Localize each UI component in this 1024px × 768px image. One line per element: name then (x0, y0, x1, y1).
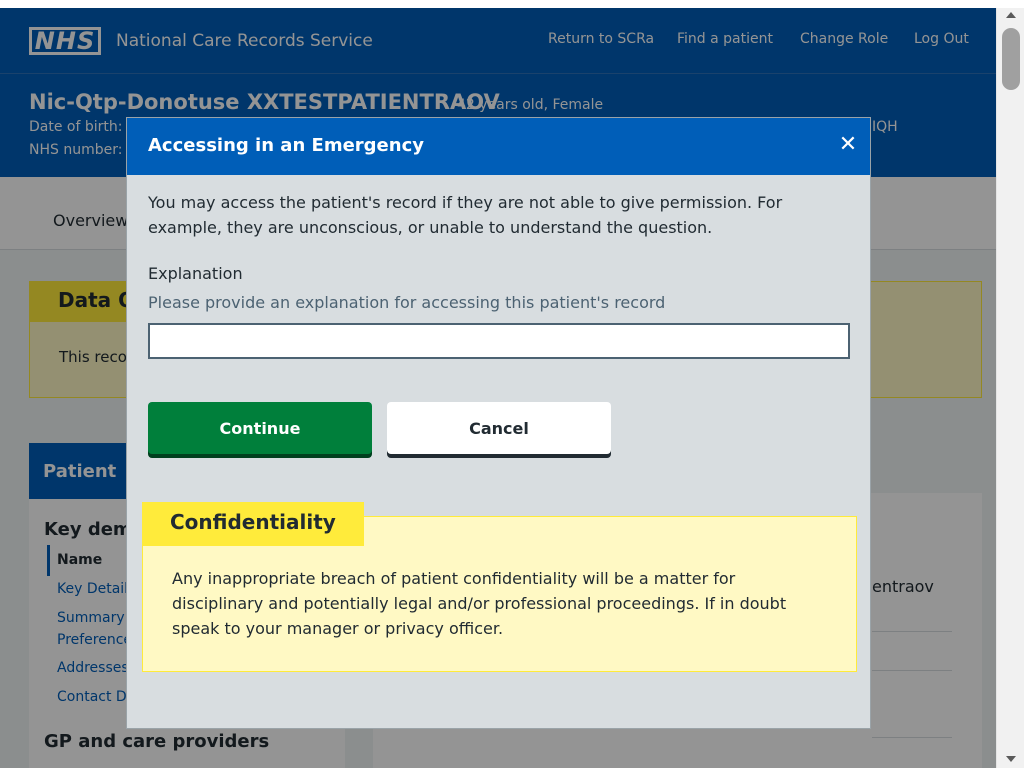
dialog-intro-text: You may access the patient's record if t… (148, 193, 783, 237)
close-icon[interactable]: ✕ (833, 130, 863, 160)
scroll-down-arrow-icon[interactable] (1006, 756, 1016, 762)
continue-button[interactable]: Continue (148, 402, 372, 454)
window-top-strip (0, 0, 1024, 8)
cancel-button[interactable]: Cancel (387, 402, 611, 454)
emergency-access-dialog: Accessing in an Emergency ✕ You may acce… (126, 117, 871, 729)
dialog-title: Accessing in an Emergency (148, 135, 424, 156)
explanation-input[interactable] (148, 323, 850, 359)
confidentiality-text: Any inappropriate breach of patient conf… (172, 569, 787, 638)
explanation-hint: Please provide an explanation for access… (148, 293, 666, 312)
scroll-thumb[interactable] (1002, 28, 1020, 90)
dialog-header: Accessing in an Emergency ✕ (127, 118, 870, 175)
explanation-label: Explanation (148, 264, 243, 283)
confidentiality-panel: Confidentiality Any inappropriate breach… (142, 502, 857, 672)
scroll-up-arrow-icon[interactable] (1006, 12, 1016, 18)
page-scrollbar[interactable] (996, 8, 1024, 768)
confidentiality-title: Confidentiality (142, 502, 364, 546)
